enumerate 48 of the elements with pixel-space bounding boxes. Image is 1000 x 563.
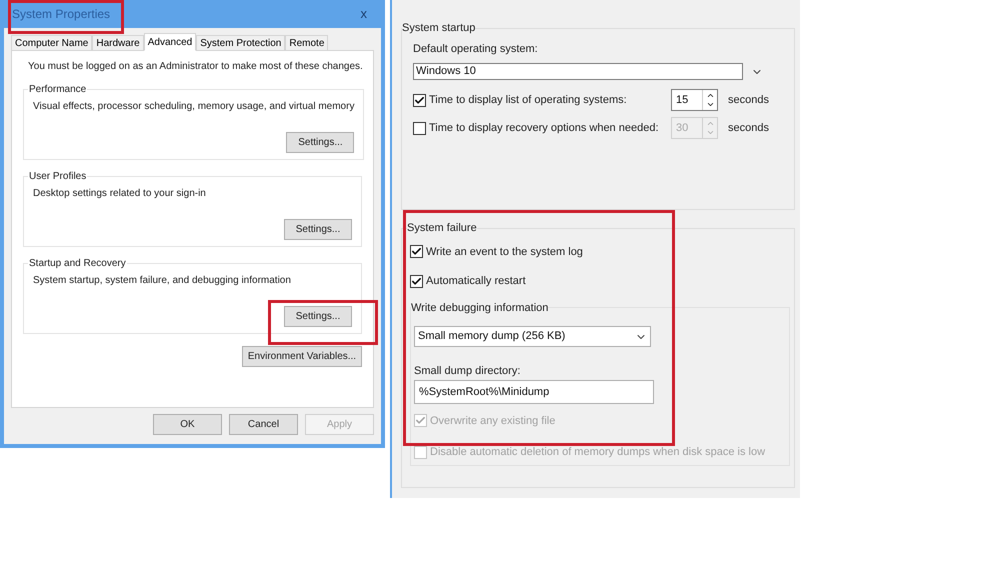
field-label: Small dump directory: bbox=[414, 364, 522, 379]
spin-box[interactable]: 15 bbox=[671, 89, 718, 111]
notice-text: You must be logged on as an Administrator to make most of these changes. bbox=[27, 60, 362, 74]
settings-button[interactable]: Settings... bbox=[286, 132, 354, 153]
check-icon bbox=[415, 415, 426, 426]
dialog-button[interactable]: OK bbox=[153, 414, 222, 435]
unit-label: seconds bbox=[728, 120, 769, 136]
group-title: Performance bbox=[28, 83, 88, 97]
check-icon bbox=[411, 276, 422, 287]
check-icon bbox=[414, 94, 425, 106]
group-description: System startup, system failure, and debugging information bbox=[33, 274, 292, 288]
dialog-button[interactable]: Cancel bbox=[229, 414, 298, 435]
checkbox[interactable] bbox=[410, 274, 423, 288]
tab[interactable]: Remote bbox=[285, 35, 328, 51]
spin-value: 15 bbox=[675, 93, 690, 108]
check-icon bbox=[411, 246, 422, 258]
window-title: System Properties bbox=[12, 6, 110, 23]
settings-button[interactable]: Settings... bbox=[284, 219, 352, 240]
os-dropdown[interactable]: Windows 10 bbox=[413, 63, 743, 80]
directory-input[interactable]: %SystemRoot%\Minidump bbox=[414, 380, 654, 404]
checkbox-label: Time to display recovery options when needed: bbox=[429, 120, 658, 136]
checkbox-label: Automatically restart bbox=[426, 274, 526, 289]
chevron-up-icon[interactable] bbox=[706, 91, 714, 100]
checkbox[interactable] bbox=[410, 245, 423, 258]
group-title: System failure bbox=[407, 221, 477, 236]
dialog-button[interactable]: Environment Variables... bbox=[242, 346, 362, 367]
tab[interactable]: Hardware bbox=[92, 35, 144, 51]
field-label: Default operating system: bbox=[413, 42, 539, 56]
unit-label: seconds bbox=[728, 92, 769, 108]
tab[interactable]: Computer Name bbox=[11, 35, 92, 51]
spin-value: 30 bbox=[675, 121, 690, 136]
checkbox-label: Overwrite any existing file bbox=[430, 414, 556, 428]
group-title: Startup and Recovery bbox=[28, 257, 127, 271]
group-title: User Profiles bbox=[28, 170, 88, 184]
checkbox-label: Time to display list of operating systems: bbox=[429, 92, 627, 108]
group-title: System startup bbox=[402, 21, 476, 36]
debug-type-dropdown[interactable]: Small memory dump (256 KB) bbox=[414, 326, 651, 347]
group-description: Desktop settings related to your sign-in bbox=[33, 187, 207, 201]
tab[interactable]: Advanced bbox=[144, 33, 196, 51]
checkbox-label: Write an event to the system log bbox=[426, 244, 583, 260]
checkbox[interactable] bbox=[413, 94, 426, 106]
group-title: Write debugging information bbox=[411, 300, 548, 316]
checkbox-label: Disable automatic deletion of memory dumps when disk space is low bbox=[430, 445, 766, 460]
settings-button[interactable]: Settings... bbox=[284, 306, 352, 327]
group-description: Visual effects, processor scheduling, memory usage, and virtual memory bbox=[33, 100, 354, 114]
tab[interactable]: System Protection bbox=[196, 35, 286, 51]
chevron-down-icon[interactable] bbox=[706, 100, 714, 109]
close-button[interactable]: x bbox=[352, 4, 375, 24]
